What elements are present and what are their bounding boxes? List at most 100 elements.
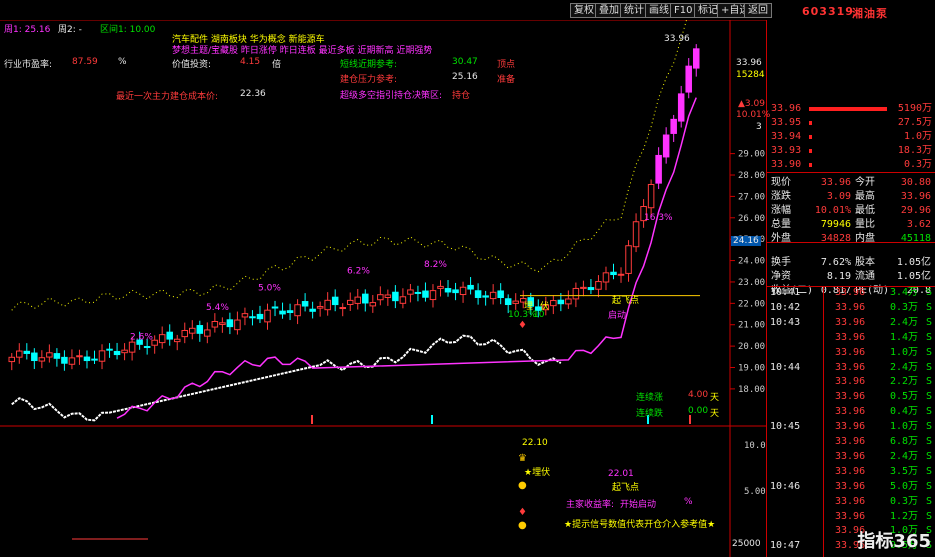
orderbook-price: 33.95	[771, 117, 802, 128]
value-invest-label: 价值投资:	[172, 60, 212, 70]
candle-body	[196, 325, 204, 334]
support-value: 30.47	[452, 57, 478, 67]
candle-body	[557, 299, 565, 305]
candle-body	[166, 331, 173, 340]
tick-row[interactable]: 10:42 33.96 0.3万 S	[767, 301, 935, 315]
pct-annotation: 6.2%	[347, 266, 370, 276]
tick-row[interactable]: 10:45 33.96 1.0万 S	[767, 420, 935, 434]
tick-time: 10:41	[770, 287, 801, 298]
candle-body	[204, 329, 211, 337]
tick-row[interactable]: 10:41 33.96 3.4万 S	[767, 286, 935, 300]
tick-row[interactable]: 33.96 0.5万 S	[767, 390, 935, 404]
tick-side: S	[925, 421, 932, 433]
tab-diejia[interactable]: 叠加	[595, 3, 623, 18]
tab-fuquan[interactable]: 复权	[570, 3, 598, 18]
candle-body	[512, 300, 519, 304]
legend-item-1: 周1: 25.16	[4, 25, 51, 35]
tab-huaxian[interactable]: 画线	[645, 3, 673, 18]
candle-body	[121, 349, 128, 354]
main-cost-value: 22.36	[240, 89, 266, 99]
orderbook-volume: 5190万	[897, 103, 932, 114]
tab-f10[interactable]: F10	[670, 3, 697, 18]
pct-annotation: 5.0%	[258, 284, 281, 294]
candle-body	[211, 321, 219, 328]
candle-body	[83, 356, 91, 362]
candle-body	[632, 221, 640, 248]
current-price-box: 24.16	[731, 236, 761, 246]
tick-row[interactable]: 33.96 6.8万 S	[767, 435, 935, 449]
support-tag: 顶点	[497, 60, 516, 70]
tick-row[interactable]: 10:46 33.96 5.0万 S	[767, 480, 935, 494]
kline-chart-area[interactable]: 29.0028.0027.0026.0025.0024.0023.0022.00…	[0, 20, 766, 557]
legend-item-3: 区间1: 10.00	[100, 25, 156, 35]
tick-list[interactable]: 10:41 33.96 3.4万 S 10:42 33.96 0.3万 S 10:43 33.96…	[767, 286, 935, 557]
stat-row: 总量 79946 量比 3.62	[767, 218, 935, 232]
candle-body	[106, 348, 113, 351]
tick-volume: 1.2万	[889, 510, 918, 522]
tick-row[interactable]: 33.96 0.3万 S	[767, 495, 935, 509]
moneybag-icon: ●	[518, 480, 527, 491]
stat-value: 29.96	[900, 205, 931, 216]
candle-body	[610, 271, 617, 276]
tick-price: 33.96	[835, 301, 866, 313]
industry-pe-value: 87.59	[72, 57, 98, 67]
tick-price: 33.96	[835, 331, 866, 343]
tick-row[interactable]: 33.96 1.4万 S	[767, 331, 935, 345]
pct-annotation: 2.6%	[130, 333, 153, 343]
tick-row[interactable]: 33.96 1.0万 S	[767, 346, 935, 360]
stats-table: 现价 33.96 今开 30.80 涨跌 3.09 最高 33.96 涨幅 10.01% 最低 29.…	[767, 174, 935, 296]
stat-label: 净资	[771, 271, 791, 282]
tick-volume: 3.4万	[889, 287, 918, 298]
candle-body	[489, 291, 497, 300]
stat-label: 总量	[771, 219, 791, 230]
candle-body	[459, 286, 467, 296]
candle-body	[173, 338, 181, 343]
tick-row[interactable]: 33.96 3.5万 S	[767, 465, 935, 479]
sub-hint: ★提示信号数值代表开仓介入参考值★	[564, 520, 716, 530]
tick-time: 10:42	[770, 301, 801, 313]
concept-themes: 梦想主题/宝藏股 昨日涨停 昨日连板 最近多板 近期新高 近期强势	[172, 46, 433, 56]
tick-volume: 0.4万	[889, 406, 918, 418]
pct-annotation: 16.3%	[644, 213, 673, 223]
tick-row[interactable]: 33.96 1.2万 S	[767, 510, 935, 524]
sub-ambush: ★埋伏	[524, 468, 551, 478]
candle-body	[234, 319, 241, 331]
tick-volume: 5.0万	[889, 480, 918, 492]
tab-tongji[interactable]: 统计	[620, 3, 648, 18]
orderbook-row[interactable]: 33.95 27.5万	[767, 116, 935, 130]
orderbook-row[interactable]: 33.93 18.3万	[767, 144, 935, 158]
tick-price: 33.96	[835, 361, 866, 373]
candle-body	[346, 299, 354, 305]
resist-value: 25.16	[452, 72, 478, 82]
candle-body	[38, 357, 46, 362]
candle-body	[339, 307, 346, 310]
candle-body	[384, 294, 392, 298]
stat-row: 换手 7.62% 股本 1.05亿	[767, 256, 935, 270]
tick-row[interactable]: 10:43 33.96 2.4万 S	[767, 316, 935, 330]
tick-row[interactable]: 33.96 2.4万 S	[767, 450, 935, 464]
streak-up-unit: 天	[710, 393, 720, 403]
stat-label: 涨跌	[771, 191, 791, 202]
tick-price: 33.96	[835, 510, 866, 522]
candle-body	[219, 322, 226, 325]
tick-row[interactable]: 10:44 33.96 2.4万 S	[767, 361, 935, 375]
stat-value: 1.05亿	[896, 257, 931, 268]
orderbook-row[interactable]: 33.94 1.0万	[767, 130, 935, 144]
candle-body	[91, 358, 98, 361]
candle-body	[98, 350, 106, 362]
stat-value: 3.09	[826, 191, 851, 202]
tab-back[interactable]: 返回	[744, 3, 772, 18]
stat-label: 流通	[855, 271, 875, 282]
candle-body	[572, 287, 580, 300]
tick-row[interactable]: 33.96 2.2万 S	[767, 375, 935, 389]
stat-value: 45118	[900, 233, 931, 244]
y-tick-label: 22.00	[738, 299, 765, 309]
candle-body	[595, 281, 602, 290]
y-tick-label: 24.00	[738, 257, 765, 267]
watermark-logo: 指标365	[857, 531, 931, 552]
candle-body	[414, 291, 422, 294]
orderbook-row[interactable]: 33.96 5190万	[767, 102, 935, 116]
tick-row[interactable]: 33.96 0.4万 S	[767, 405, 935, 419]
orderbook-row[interactable]: 33.90 0.3万	[767, 158, 935, 172]
candle-body	[8, 356, 16, 363]
